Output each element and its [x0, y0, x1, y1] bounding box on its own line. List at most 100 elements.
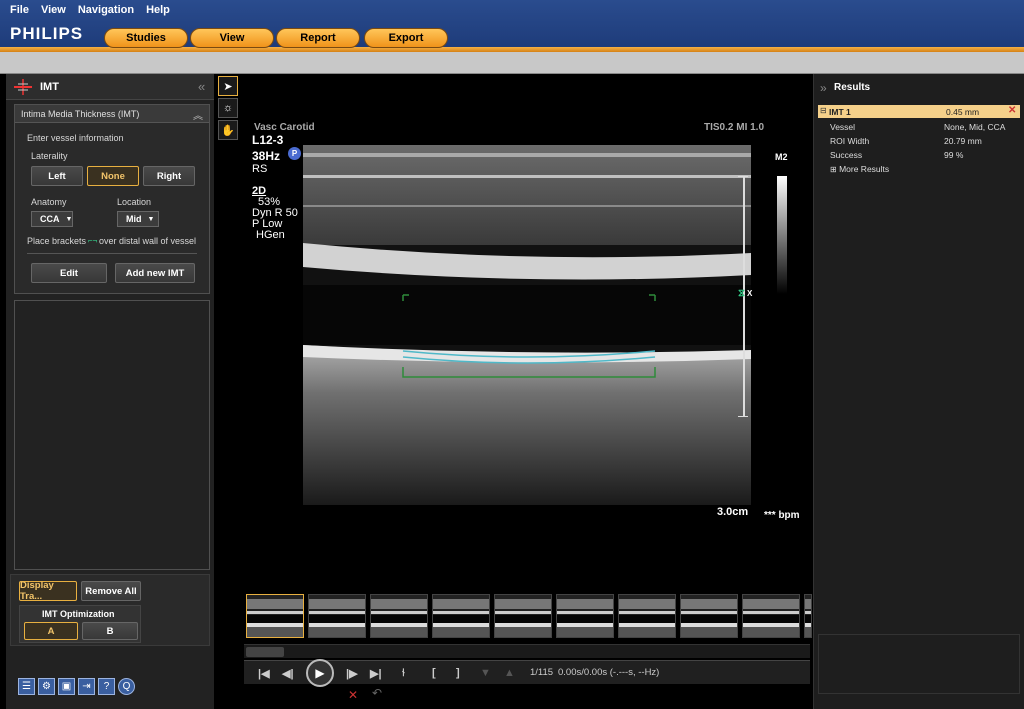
- location-label: Location: [117, 197, 152, 207]
- result-imt1-row[interactable]: ⊟ IMT 1 0.45 mm ✕: [818, 105, 1020, 118]
- imt-icon: [14, 79, 32, 95]
- cancel-icon[interactable]: ✕: [348, 688, 358, 702]
- thumbnail-frame[interactable]: [556, 594, 614, 638]
- ultrasound-image[interactable]: [303, 145, 751, 505]
- instruction-text-1: Place brackets: [27, 236, 87, 246]
- prev-frame-icon[interactable]: ◀|: [282, 667, 294, 680]
- tab-report[interactable]: Report: [276, 28, 360, 48]
- delete-result-icon[interactable]: ✕: [1008, 105, 1016, 116]
- m2-label: M2: [775, 152, 788, 162]
- exit-icon[interactable]: ⇥: [78, 678, 95, 695]
- search-icon[interactable]: Q: [118, 678, 135, 695]
- thumbnail-frame[interactable]: [804, 594, 812, 638]
- bpm-label: *** bpm: [764, 510, 800, 521]
- result-value: 0.45 mm: [946, 107, 980, 117]
- results-title: Results: [834, 82, 871, 93]
- timeline-scrollbar[interactable]: [244, 644, 810, 658]
- pan-hand-icon[interactable]: ✋: [218, 120, 238, 140]
- rs-label: RS: [252, 163, 268, 175]
- preset-label: Vasc Carotid: [254, 122, 315, 132]
- frame-rate-label: 38Hz: [252, 149, 281, 163]
- tab-view[interactable]: View: [190, 28, 274, 48]
- first-frame-icon[interactable]: |◀: [258, 667, 270, 680]
- grayscale-bar: [777, 176, 787, 294]
- remove-all-button[interactable]: Remove All: [81, 581, 141, 601]
- thumbnail-frame[interactable]: [246, 594, 304, 638]
- thumbnail-frame[interactable]: [494, 594, 552, 638]
- optimization-b-button[interactable]: B: [82, 622, 138, 640]
- imt-options-area: Display Tra... Remove All IMT Optimizati…: [10, 574, 210, 646]
- collapse-section-icon[interactable]: ︽: [193, 107, 203, 122]
- panel-empty-area: [14, 300, 210, 570]
- hgen-label: HGen: [256, 229, 285, 241]
- chevron-down-icon: ▼: [147, 215, 155, 223]
- speed-down-icon[interactable]: ▼: [480, 667, 491, 679]
- speed-up-icon[interactable]: ▲: [504, 667, 515, 679]
- menu-view[interactable]: View: [35, 0, 72, 20]
- save-icon[interactable]: ▣: [58, 678, 75, 695]
- menu-navigation[interactable]: Navigation: [72, 0, 140, 20]
- mark-end-icon[interactable]: ]: [456, 667, 460, 679]
- focus-x-label: X: [747, 289, 753, 298]
- result-name: IMT 1: [829, 107, 851, 117]
- menu-file[interactable]: File: [4, 0, 35, 20]
- probe-label: L12-3: [252, 133, 284, 147]
- sub-toolbar: [0, 52, 1024, 74]
- thumbnail-frame[interactable]: [370, 594, 428, 638]
- play-button[interactable]: ▶: [306, 659, 334, 687]
- result-row-value: 20.79 mm: [944, 136, 982, 146]
- imt-section-header[interactable]: Intima Media Thickness (IMT) ︽: [15, 105, 209, 123]
- philips-logo: PHILIPS: [10, 24, 84, 43]
- list-icon[interactable]: ☰: [18, 678, 35, 695]
- imt-panel: IMT « Intima Media Thickness (IMT) ︽ Ent…: [6, 74, 214, 709]
- thumbnail-frame[interactable]: [432, 594, 490, 638]
- last-frame-icon[interactable]: ▶|: [370, 667, 382, 680]
- imt-panel-title: IMT: [40, 81, 59, 93]
- menu-help[interactable]: Help: [140, 0, 176, 20]
- next-frame-icon[interactable]: |▶: [346, 667, 358, 680]
- thumbnail-frame[interactable]: [742, 594, 800, 638]
- gear-icon[interactable]: ⚙: [38, 678, 55, 695]
- collapse-left-icon[interactable]: «: [198, 79, 205, 94]
- location-select[interactable]: Mid ▼: [117, 211, 159, 227]
- thumbnail-frame[interactable]: [618, 594, 676, 638]
- edit-button[interactable]: Edit: [31, 263, 107, 283]
- result-row-label: ROI Width: [830, 136, 870, 146]
- result-row-label: Vessel: [830, 122, 856, 132]
- anatomy-select[interactable]: CCA ▼: [31, 211, 73, 227]
- display-traces-button[interactable]: Display Tra...: [19, 580, 77, 602]
- split-icon[interactable]: ⫮: [402, 667, 405, 680]
- depth-tick: [738, 416, 748, 417]
- tis-mi-label: TIS0.2 MI 1.0: [704, 122, 765, 132]
- pointer-tool-icon[interactable]: ➤: [218, 76, 238, 96]
- thumbnail-frame[interactable]: [308, 594, 366, 638]
- help-icon[interactable]: ?: [98, 678, 115, 695]
- thumbnail-frame[interactable]: [680, 594, 738, 638]
- depth-tick: [738, 176, 748, 177]
- tab-studies[interactable]: Studies: [104, 28, 188, 48]
- optimization-a-button[interactable]: A: [24, 622, 78, 640]
- result-toggle-icon[interactable]: ⊟: [820, 106, 827, 115]
- brightness-tool-icon[interactable]: ☼: [218, 98, 238, 118]
- menu-bar: File View Navigation Help: [0, 0, 176, 20]
- laterality-right-button[interactable]: Right: [143, 166, 195, 186]
- mark-start-icon[interactable]: [: [432, 667, 436, 679]
- expand-results-icon[interactable]: »: [820, 81, 827, 95]
- tab-export[interactable]: Export: [364, 28, 448, 48]
- imt-panel-header: IMT «: [6, 74, 214, 100]
- laterality-none-button[interactable]: None: [87, 166, 139, 186]
- anatomy-label: Anatomy: [31, 197, 67, 207]
- more-results-row[interactable]: ⊞ More Results: [830, 164, 1020, 174]
- playback-bar: |◀ ◀| ▶ |▶ ▶| ⫮ [ ] ▼ ▲ 1/115 0.00s/0.00…: [244, 659, 810, 687]
- scroll-thumb[interactable]: [246, 647, 284, 657]
- chevron-down-icon: ▼: [65, 215, 73, 223]
- undo-icon[interactable]: ↶: [372, 686, 382, 700]
- more-results-label: More Results: [839, 164, 890, 174]
- add-new-imt-button[interactable]: Add new IMT: [115, 263, 195, 283]
- result-row-roi-width: ROI Width 20.79 mm: [830, 136, 1020, 146]
- laterality-left-button[interactable]: Left: [31, 166, 83, 186]
- expand-more-icon[interactable]: ⊞: [830, 165, 837, 174]
- result-row-value: None, Mid, CCA: [944, 122, 1006, 132]
- enter-vessel-label: Enter vessel information: [27, 133, 124, 143]
- depth-label: 3.0cm: [717, 506, 749, 518]
